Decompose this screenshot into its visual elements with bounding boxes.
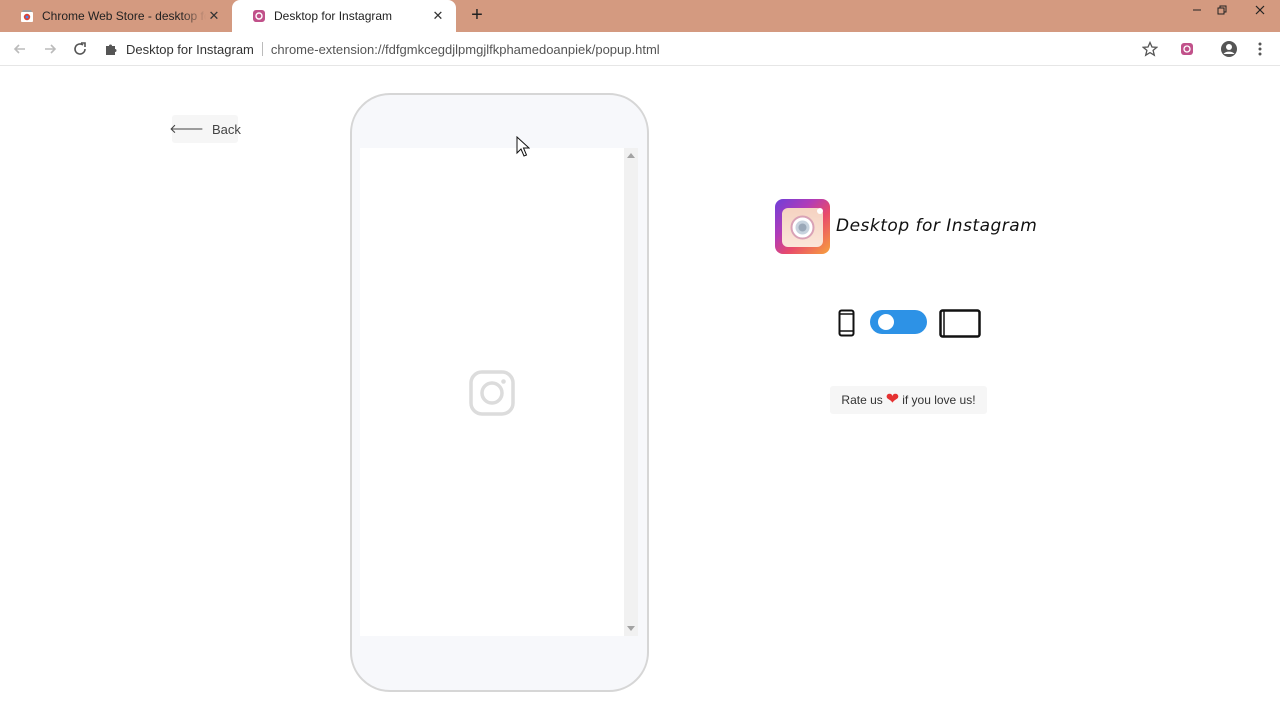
minimize-icon — [1193, 9, 1201, 11]
scroll-down-arrow-icon[interactable] — [627, 626, 635, 631]
arrow-left-icon: 🡐 — [169, 121, 204, 136]
profile-button[interactable] — [1218, 38, 1240, 60]
tab-desktop-for-instagram[interactable]: Desktop for Instagram ✕ — [232, 0, 456, 32]
app-title: Desktop for Instagram — [836, 216, 1038, 236]
back-label: Back — [211, 121, 241, 137]
tablet-desktop-icon[interactable] — [939, 309, 981, 338]
close-tab-icon[interactable]: ✕ — [206, 8, 222, 24]
camera-flash-icon — [817, 208, 823, 214]
tab-chrome-web-store[interactable]: Chrome Web Store - desktop for ✕ — [0, 0, 232, 32]
app-logo — [775, 199, 830, 254]
bookmark-star-button[interactable] — [1139, 38, 1161, 60]
close-icon — [1255, 5, 1265, 15]
arrow-right-icon — [45, 44, 57, 54]
instagram-extension-icon — [253, 10, 265, 22]
mouse-cursor-icon — [516, 136, 530, 157]
forward-nav-button[interactable] — [39, 38, 61, 60]
camera-lens-icon — [790, 215, 815, 240]
tab-label: Chrome Web Store - desktop for — [42, 9, 206, 23]
url-text[interactable]: chrome-extension://fdfgmkcegdjlpmgjlfkph… — [271, 42, 660, 57]
more-vert-icon — [1258, 42, 1262, 56]
instagram-loading-icon — [469, 370, 515, 416]
phone-scrollbar[interactable] — [624, 148, 638, 636]
instagram-extension-icon — [1181, 43, 1193, 55]
mobile-phone-icon[interactable] — [838, 309, 855, 337]
view-mode-toggle[interactable] — [870, 310, 927, 334]
close-tab-icon[interactable]: ✕ — [430, 8, 446, 24]
chrome-web-store-icon — [21, 10, 33, 22]
account-icon — [1221, 41, 1237, 57]
reload-icon — [74, 42, 86, 55]
site-label: Desktop for Instagram — [126, 41, 254, 57]
rate-us-button[interactable]: Rate us ❤ if you love us! — [830, 386, 987, 414]
extension-puzzle-icon — [106, 44, 117, 55]
arrow-left-icon — [13, 44, 25, 54]
address-bar[interactable]: Desktop for Instagram chrome-extension:/… — [104, 36, 1172, 62]
browser-titlebar: Chrome Web Store - desktop for ✕ Desktop… — [0, 0, 1280, 32]
toggle-knob — [878, 314, 894, 330]
extension-button[interactable] — [1176, 38, 1198, 60]
rate-label-before: Rate us — [841, 393, 883, 407]
back-button[interactable]: 🡐 Back — [169, 115, 241, 143]
restore-icon — [1217, 5, 1227, 15]
star-icon — [1142, 41, 1158, 57]
restore-button[interactable] — [1205, 0, 1239, 20]
close-window-button[interactable] — [1240, 0, 1280, 20]
new-tab-button[interactable]: + — [466, 5, 488, 26]
heart-icon: ❤ — [885, 391, 900, 408]
tab-label: Desktop for Instagram — [274, 9, 393, 23]
rate-label-after: if you love us! — [902, 393, 976, 407]
browser-menu-button[interactable] — [1249, 38, 1271, 60]
reload-button[interactable] — [69, 38, 91, 60]
back-nav-button[interactable] — [9, 38, 31, 60]
omnibox-divider — [261, 42, 263, 56]
scroll-up-arrow-icon[interactable] — [627, 153, 635, 158]
browser-toolbar: Desktop for Instagram chrome-extension:/… — [0, 32, 1280, 66]
